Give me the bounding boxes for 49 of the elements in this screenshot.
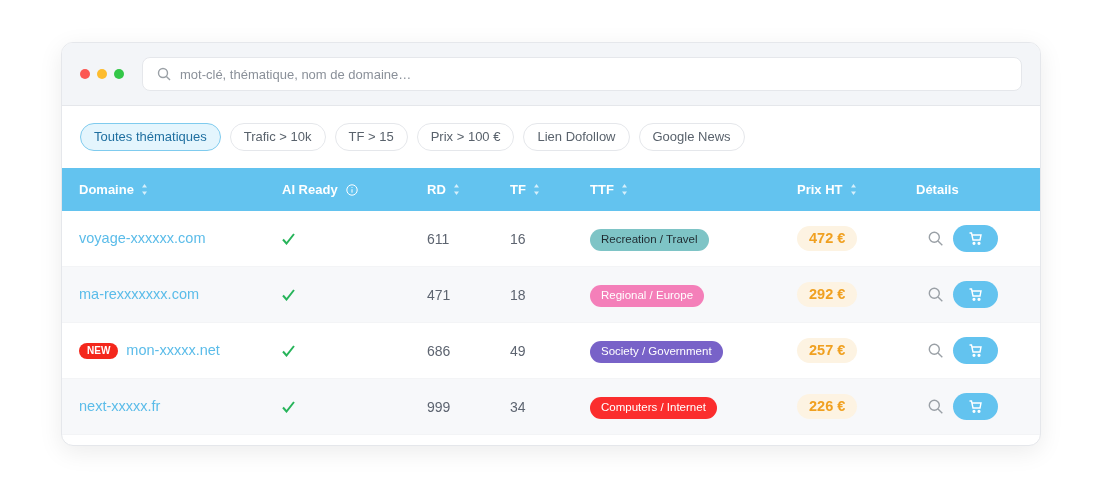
price-tag: 292 €: [797, 281, 858, 308]
filter-chip[interactable]: TF > 15: [334, 123, 408, 151]
table-row[interactable]: NEW mon-xxxxx.net 686 49 Society / Government 257 €: [62, 323, 1040, 379]
table-row[interactable]: ma-rexxxxxxx.com 471 18 Regional / Europe 292 €: [62, 267, 1040, 323]
category-tag: Computers / Internet: [590, 397, 717, 419]
cart-icon: [969, 232, 982, 245]
add-to-cart-button[interactable]: [953, 393, 998, 420]
sort-icon[interactable]: [621, 184, 627, 195]
table-cell: 611: [427, 230, 450, 247]
filter-chip[interactable]: Toutes thématiques: [80, 123, 221, 151]
price-tag: 257 €: [797, 337, 858, 364]
search-icon: [157, 67, 171, 81]
sort-icon[interactable]: [141, 184, 147, 195]
sort-icon[interactable]: [533, 184, 539, 195]
add-to-cart-button[interactable]: [953, 337, 998, 364]
table-cell: 16: [510, 230, 526, 247]
cart-icon: [969, 288, 982, 301]
table-row[interactable]: next-xxxxx.fr 999 34 Computers / Internet 226 €: [62, 379, 1040, 435]
sort-icon[interactable]: [453, 184, 459, 195]
category-tag: Recreation / Travel: [590, 229, 709, 251]
add-to-cart-button[interactable]: [953, 281, 998, 308]
filter-chip[interactable]: Prix > 100 €: [416, 123, 515, 151]
add-to-cart-button[interactable]: [953, 225, 998, 252]
table-cell: 18: [510, 286, 526, 303]
column-header: Détails: [916, 180, 959, 199]
search-icon[interactable]: [928, 399, 943, 414]
search-icon[interactable]: [928, 231, 943, 246]
category-tag: Society / Government: [590, 341, 723, 363]
table-cell: 34: [510, 398, 526, 415]
table-row[interactable]: voyage-xxxxxx.com 611 16 Recreation / Travel 472 €: [62, 211, 1040, 267]
category-tag: Regional / Europe: [590, 285, 705, 307]
search-icon[interactable]: [928, 343, 943, 358]
filter-chip[interactable]: Google News: [638, 123, 745, 151]
filter-chip[interactable]: Lien Dofollow: [523, 123, 630, 151]
price-tag: 226 €: [797, 393, 858, 420]
cart-icon: [969, 400, 982, 413]
info-icon[interactable]: [345, 183, 358, 196]
table-cell: 49: [510, 342, 526, 359]
sort-icon[interactable]: [850, 184, 856, 195]
cart-icon: [969, 344, 982, 357]
search-icon[interactable]: [928, 287, 943, 302]
filter-chip[interactable]: Trafic > 10k: [229, 123, 326, 151]
search-field[interactable]: mot-clé, thématique, nom de domaine…: [142, 57, 1022, 91]
table-cell: 999: [427, 398, 451, 415]
column-header: AI Ready: [282, 180, 338, 199]
new-badge: NEW: [79, 342, 119, 359]
table-cell: 471: [427, 286, 451, 303]
price-tag: 472 €: [797, 225, 858, 252]
table-cell: 686: [427, 342, 451, 359]
